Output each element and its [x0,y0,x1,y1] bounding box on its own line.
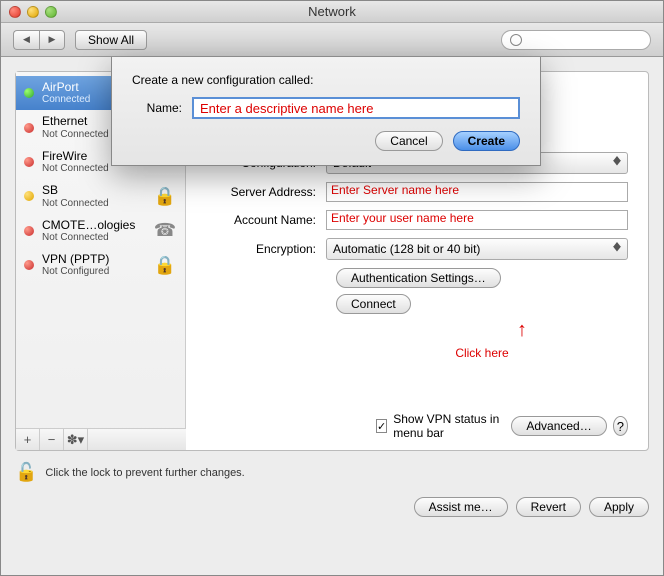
sheet-prompt: Create a new configuration called: [132,73,520,87]
lock-icon: 🔒 [153,184,177,208]
create-config-sheet: Create a new configuration called: Name:… [111,57,541,166]
revert-button[interactable]: Revert [516,497,581,517]
sheet-name-label: Name: [132,101,192,115]
service-name: CMOTE…ologies [42,218,145,232]
forward-button[interactable]: ▶ [39,30,65,50]
lock-text: Click the lock to prevent further change… [45,467,244,479]
auth-settings-button[interactable]: Authentication Settings… [336,268,501,288]
service-status: Not Configured [42,266,145,278]
sidebar-toolbar: + − ✽▾ [16,428,186,450]
help-button[interactable]: ? [613,416,628,436]
status-dot [24,191,34,201]
show-status-label: Show VPN status in menu bar [393,412,511,440]
phone-icon: ☎ [153,219,177,243]
cancel-button[interactable]: Cancel [375,131,442,151]
service-status: Not Connected [42,232,145,244]
sidebar-item-cmote[interactable]: CMOTE…ologies Not Connected ☎ [16,214,185,248]
encryption-label: Encryption: [206,242,326,256]
remove-service-button[interactable]: − [40,429,64,450]
annotation-arrow: ↑ [416,320,628,340]
encryption-select[interactable]: Automatic (128 bit or 40 bit) [326,238,628,260]
network-prefs-window: Network ◀ ▶ Show All AirPort Connected [0,0,664,576]
show-all-button[interactable]: Show All [75,30,147,50]
lock-icon[interactable]: 🔓 [15,462,37,483]
server-label: Server Address: [206,185,326,199]
lock-row: 🔓 Click the lock to prevent further chan… [15,462,649,483]
add-service-button[interactable]: + [16,429,40,450]
server-row: Server Address: Enter Server name here [206,182,628,202]
nav-buttons: ◀ ▶ [13,30,65,50]
status-dot [24,88,34,98]
status-dot [24,123,34,133]
config-name-input[interactable] [192,97,520,119]
account-row: Account Name: Enter your user name here [206,210,628,230]
service-status: Not Connected [42,198,145,210]
search-input[interactable] [501,30,651,50]
account-label: Account Name: [206,213,326,227]
lock-icon: 🔒 [153,253,177,277]
show-status-checkbox[interactable]: ✓ [376,419,387,433]
button-bar: Assist me… Revert Apply [414,497,649,517]
assist-button[interactable]: Assist me… [414,497,508,517]
advanced-button[interactable]: Advanced… [511,416,606,436]
annotation-text: Click here [336,346,628,360]
service-name: SB [42,183,145,197]
apply-button[interactable]: Apply [589,497,649,517]
server-input[interactable]: Enter Server name here [326,182,628,202]
status-dot [24,157,34,167]
create-button[interactable]: Create [453,131,520,151]
status-dot [24,226,34,236]
action-menu-button[interactable]: ✽▾ [64,429,88,450]
window-title: Network [1,4,663,19]
service-name: VPN (PPTP) [42,252,145,266]
toolbar: ◀ ▶ Show All [1,23,663,57]
connect-button[interactable]: Connect [336,294,411,314]
sidebar-item-sb[interactable]: SB Not Connected 🔒 [16,179,185,213]
back-button[interactable]: ◀ [13,30,39,50]
titlebar: Network [1,1,663,23]
status-dot [24,260,34,270]
encryption-row: Encryption: Automatic (128 bit or 40 bit… [206,238,628,260]
sidebar-item-vpn[interactable]: VPN (PPTP) Not Configured 🔒 [16,248,185,282]
account-input[interactable]: Enter your user name here [326,210,628,230]
panel-footer: ✓ Show VPN status in menu bar Advanced… … [376,412,628,440]
